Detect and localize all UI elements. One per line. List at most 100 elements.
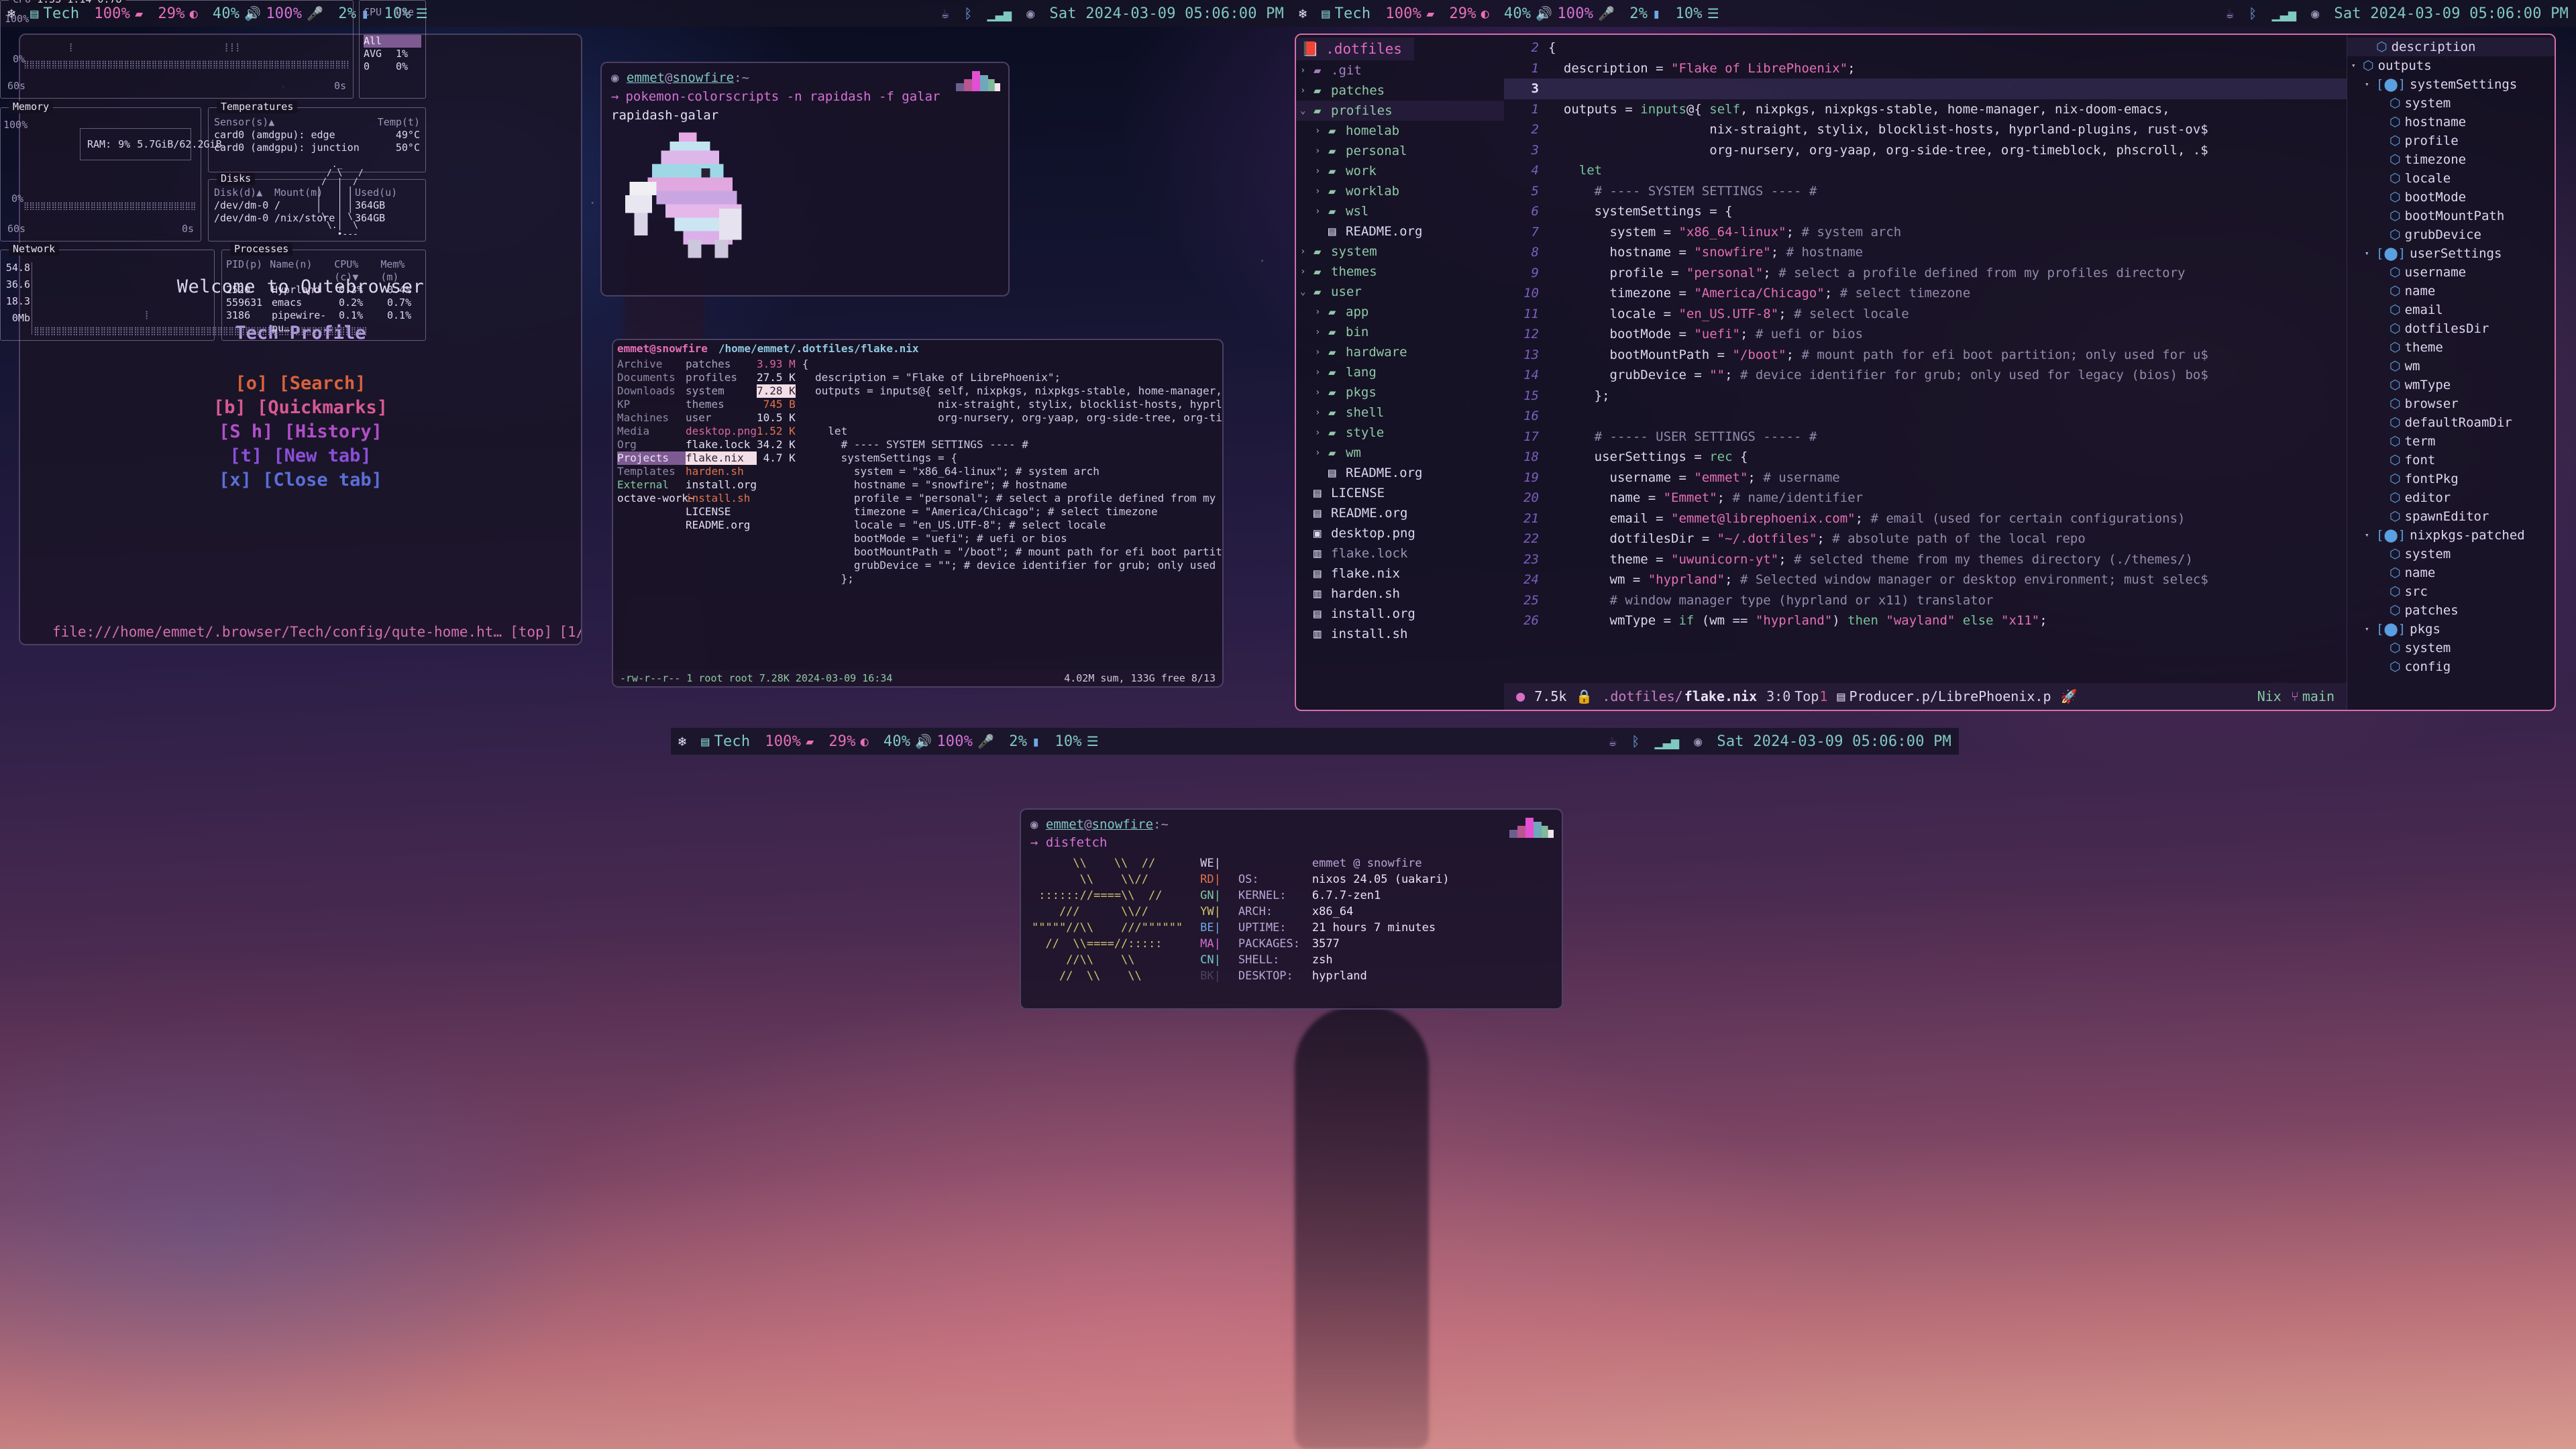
code-line[interactable]: 19 username = "emmet"; # username bbox=[1504, 468, 2347, 488]
cpu-indicator-2[interactable]: 29% ◐ bbox=[1442, 5, 1497, 22]
chevron-right-icon[interactable]: › bbox=[1315, 342, 1324, 362]
treemacs-sidebar[interactable]: 📕 .dotfiles › ▰ .git › ▰ patches ⌄ ▰ profiles › ▰ h… bbox=[1296, 35, 1504, 710]
code-line[interactable]: 3 bbox=[1504, 78, 2347, 99]
chevron-down-icon[interactable]: ▾ bbox=[2365, 244, 2372, 263]
treemacs-item-installsh[interactable]: ▥ install.sh bbox=[1296, 624, 1504, 644]
emacs-window[interactable]: 📕 .dotfiles › ▰ .git › ▰ patches ⌄ ▰ profiles › ▰ h… bbox=[1295, 34, 2556, 711]
code-line[interactable]: 24 wm = "hyprland"; # Selected window ma… bbox=[1504, 570, 2347, 590]
ranger-file-item[interactable]: themes bbox=[686, 398, 757, 411]
treemacs-item-flakelock[interactable]: ▥ flake.lock bbox=[1296, 543, 1504, 564]
chevron-right-icon[interactable]: › bbox=[1300, 60, 1309, 80]
col-sensor[interactable]: Sensor(s)▲ bbox=[214, 116, 274, 129]
code-line[interactable]: 14 grubDevice = ""; # device identifier … bbox=[1504, 365, 2347, 386]
code-line[interactable]: 12 bootMode = "uefi"; # uefi or bios bbox=[1504, 324, 2347, 345]
ranger-file-item[interactable]: install.sh bbox=[686, 492, 757, 505]
ranger-parent-item[interactable]: KP bbox=[617, 398, 686, 411]
chevron-right-icon[interactable]: › bbox=[1315, 121, 1324, 141]
chevron-right-icon[interactable]: › bbox=[1315, 302, 1324, 322]
chevron-down-icon[interactable]: ⌄ bbox=[1300, 282, 1309, 302]
chevron-right-icon[interactable]: › bbox=[1300, 241, 1309, 262]
disfetch-terminal-window[interactable]: ◉ emmet@snowfire:~ → disfetch \\ \\ // \… bbox=[1020, 808, 1563, 1010]
col-name[interactable]: Name(n) bbox=[270, 258, 334, 284]
code-line[interactable]: 18 userSettings = rec { bbox=[1504, 447, 2347, 468]
chevron-right-icon[interactable]: › bbox=[1315, 181, 1324, 201]
imenu-item-email[interactable]: ⬡ email bbox=[2347, 301, 2555, 319]
cpu-core-list[interactable]: CPU Use All AVG 1% 0 0% bbox=[360, 1, 425, 73]
ranger-file-item[interactable]: patches bbox=[686, 358, 757, 371]
chevron-right-icon[interactable]: › bbox=[1300, 80, 1309, 101]
bluetooth-icon[interactable]: ᛒ bbox=[957, 5, 979, 21]
clock-2[interactable]: Sat 2024-03-09 05:06:00 PM bbox=[2326, 5, 2576, 22]
treemacs-item-bin[interactable]: › ▰ bin bbox=[1296, 322, 1504, 342]
ranger-parent-item[interactable]: octave-work~ bbox=[617, 492, 695, 505]
chevron-down-icon[interactable]: ▾ bbox=[2351, 56, 2359, 75]
imenu-item-src[interactable]: ⬡ src bbox=[2347, 582, 2555, 601]
treemacs-item-READMEorg[interactable]: ▤ README.org bbox=[1296, 221, 1504, 241]
disc-icon[interactable]: ◉ bbox=[1019, 5, 1042, 21]
hamburger-menu-icon-2[interactable]: ☰ bbox=[1707, 5, 1719, 21]
treemacs-item-hardware[interactable]: › ▰ hardware bbox=[1296, 342, 1504, 362]
imenu-item-outputs[interactable]: ▾ ⬡ outputs bbox=[2347, 56, 2555, 75]
code-line[interactable]: 1 outputs = inputs@{ self, nixpkgs, nixp… bbox=[1504, 99, 2347, 120]
imenu-item-theme[interactable]: ⬡ theme bbox=[2347, 338, 2555, 357]
no-coffee-icon[interactable]: ☕ bbox=[934, 5, 957, 21]
treemacs-item-desktoppng[interactable]: ▣ desktop.png bbox=[1296, 523, 1504, 543]
ranger-file-item[interactable]: desktop.png bbox=[686, 425, 757, 438]
status-bar-bottom-monitor[interactable]: ❄ ▤ Tech 100% ▰ 29% ◐ 40% 🔊 100% 🎤 2% ▮ … bbox=[671, 728, 1959, 755]
nix-snowflake-icon-2[interactable]: ❄ bbox=[1291, 5, 1314, 21]
imenu-item-browser[interactable]: ⬡ browser bbox=[2347, 394, 2555, 413]
signal-bars-icon[interactable]: ▁▃▅ bbox=[979, 5, 1019, 21]
imenu-item-timezone[interactable]: ⬡ timezone bbox=[2347, 150, 2555, 169]
ranger-parent-item[interactable]: External bbox=[617, 478, 686, 492]
no-coffee-icon-2[interactable]: ☕ bbox=[2218, 5, 2241, 21]
treemacs-item-system[interactable]: › ▰ system bbox=[1296, 241, 1504, 262]
chevron-right-icon[interactable]: › bbox=[1315, 161, 1324, 181]
treemacs-item-pkgs[interactable]: › ▰ pkgs bbox=[1296, 382, 1504, 402]
chevron-right-icon[interactable]: › bbox=[1315, 402, 1324, 423]
ranger-file-item[interactable]: profiles bbox=[686, 371, 757, 384]
ranger-file-item[interactable]: system bbox=[686, 384, 757, 398]
imenu-item-editor[interactable]: ⬡ editor bbox=[2347, 488, 2555, 507]
btop-cpu-box[interactable]: CPU 1.53 1.14 0.78 100% 0% ⣿⣿⣿⣿⣿⣿⣿⣿⣿⣿⣿⣿⣿… bbox=[0, 0, 354, 99]
col-mem[interactable]: Mem%(m) bbox=[380, 258, 421, 284]
imenu-item-nixpkgs-patched[interactable]: ▾ [⬤] nixpkgs-patched bbox=[2347, 526, 2555, 545]
treemacs-item-homelab[interactable]: › ▰ homelab bbox=[1296, 121, 1504, 141]
treemacs-item-READMEorg[interactable]: ▤ README.org bbox=[1296, 463, 1504, 483]
bluetooth-icon-2[interactable]: ᛒ bbox=[2241, 5, 2264, 21]
cpu-core-row[interactable]: AVG 1% bbox=[364, 48, 421, 60]
code-line[interactable]: 21 email = "emmet@librephoenix.com"; # e… bbox=[1504, 508, 2347, 529]
treemacs-item-patches[interactable]: › ▰ patches bbox=[1296, 80, 1504, 101]
treemacs-item-work[interactable]: › ▰ work bbox=[1296, 161, 1504, 181]
disc-icon-3[interactable]: ◉ bbox=[1686, 733, 1709, 749]
mic-indicator-3[interactable]: 2% ▮ bbox=[1002, 733, 1047, 750]
treemacs-item-user[interactable]: ⌄ ▰ user bbox=[1296, 282, 1504, 302]
code-line[interactable]: 1 description = "Flake of LibrePhoenix"; bbox=[1504, 58, 2347, 79]
col-pid[interactable]: PID(p) bbox=[226, 258, 270, 284]
imenu-item-config[interactable]: ⬡ config bbox=[2347, 657, 2555, 676]
qute-shortcut-2[interactable]: [S h] [History] bbox=[213, 420, 388, 444]
pokemon-terminal-window[interactable]: ◉ emmet@snowfire:~ → pokemon-colorscripts… bbox=[600, 62, 1010, 297]
chevron-down-icon[interactable]: ▾ bbox=[2365, 75, 2372, 94]
treemacs-item-shell[interactable]: › ▰ shell bbox=[1296, 402, 1504, 423]
treemacs-item-hardensh[interactable]: ▥ harden.sh bbox=[1296, 584, 1504, 604]
imenu-item-bootMode[interactable]: ⬡ bootMode bbox=[2347, 188, 2555, 207]
imenu-item-profile[interactable]: ⬡ profile bbox=[2347, 131, 2555, 150]
chevron-right-icon[interactable]: › bbox=[1315, 322, 1324, 342]
imenu-item-name[interactable]: ⬡ name bbox=[2347, 282, 2555, 301]
nix-code-buffer[interactable]: 2{1 description = "Flake of LibrePhoenix… bbox=[1504, 35, 2347, 631]
code-line[interactable]: 23 theme = "uwunicorn-yt"; # selcted the… bbox=[1504, 549, 2347, 570]
imenu-item-locale[interactable]: ⬡ locale bbox=[2347, 169, 2555, 188]
imenu-item-bootMountPath[interactable]: ⬡ bootMountPath bbox=[2347, 207, 2555, 225]
ranger-current-column[interactable]: patches profiles system themes user desktop.p… bbox=[686, 358, 757, 586]
treemacs-item-personal[interactable]: › ▰ personal bbox=[1296, 141, 1504, 161]
emacs-buffer-area[interactable]: 2{1 description = "Flake of LibrePhoenix… bbox=[1504, 35, 2347, 710]
ranger-file-item[interactable]: LICENSE bbox=[686, 505, 757, 519]
chevron-down-icon[interactable]: ⌄ bbox=[1300, 101, 1309, 121]
signal-bars-icon-3[interactable]: ▁▃▅ bbox=[1647, 733, 1686, 749]
col-disk[interactable]: Disk(d)▲ bbox=[214, 186, 274, 199]
ranger-parent-item[interactable]: Documents bbox=[617, 371, 686, 384]
btop-temperatures-box[interactable]: Temperatures Sensor(s)▲ Temp(t) card0 (a… bbox=[208, 101, 426, 172]
ranger-file-item[interactable]: harden.sh bbox=[686, 465, 757, 478]
treemacs-item-READMEorg[interactable]: ▤ README.org bbox=[1296, 503, 1504, 523]
chevron-down-icon[interactable]: ▾ bbox=[2365, 526, 2372, 545]
